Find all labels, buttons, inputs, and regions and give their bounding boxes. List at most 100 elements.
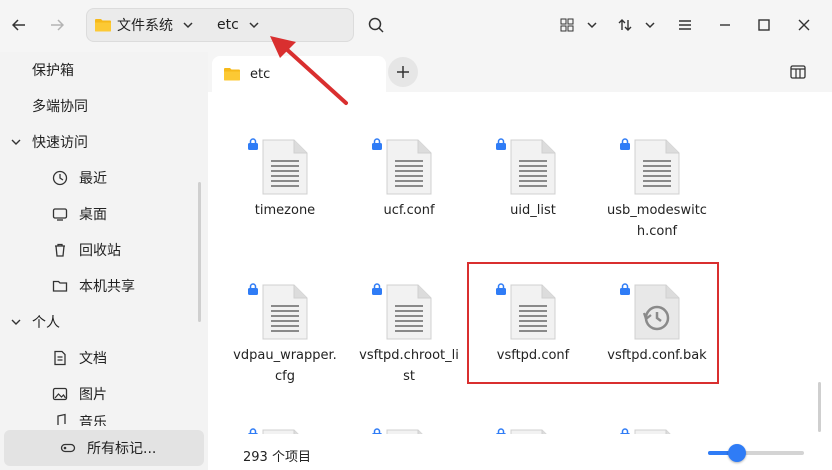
file-icon: [372, 283, 433, 341]
file-item[interactable]: vsftpd.chroot_li st: [347, 283, 471, 387]
trash-icon: [51, 241, 69, 259]
sidebar-group-label: 个人: [32, 315, 60, 331]
sidebar-item-all-tags[interactable]: 所有标记...: [4, 430, 204, 466]
chevron-down-icon[interactable]: [10, 136, 22, 148]
sidebar-item-label: 最近: [79, 171, 107, 187]
lock-icon: [372, 138, 382, 150]
sidebar-item-label: 桌面: [79, 207, 107, 223]
toolbar: 文件系统 etc: [0, 0, 832, 52]
main-panel: etc timezone ucf.conf uid_list usb_modeswit…: [208, 52, 832, 470]
file-name: vsftpd.conf.bak: [607, 348, 707, 363]
file-grid-scrollbar[interactable]: [818, 382, 821, 432]
chevron-down-icon[interactable]: [247, 18, 261, 32]
breadcrumb-label: etc: [217, 17, 239, 33]
sidebar-item-label: 所有标记...: [87, 441, 157, 457]
file-name: ucf.conf: [383, 203, 435, 218]
sidebar-item-label: 文档: [79, 351, 107, 367]
file-icon: [248, 283, 309, 341]
file-item[interactable]: usb_modeswitc h.conf: [595, 138, 719, 242]
icon-size-slider[interactable]: [708, 444, 804, 462]
file-icon: [372, 138, 433, 196]
slider-knob[interactable]: [727, 444, 746, 462]
chevron-down-icon: [587, 22, 597, 29]
clock-icon: [51, 169, 69, 187]
chevron-down-icon[interactable]: [10, 316, 22, 328]
file-icon: [620, 138, 681, 196]
sort-icon: [618, 19, 632, 31]
sidebar-item-collaboration[interactable]: 多端协同: [0, 88, 200, 124]
sidebar-item-recent[interactable]: 最近: [0, 160, 200, 196]
music-icon: [51, 412, 69, 426]
file-item[interactable]: vsftpd.conf.bak: [595, 283, 719, 366]
details-panel-toggle[interactable]: [786, 60, 810, 84]
sidebar-group-quick-access[interactable]: 快速访问: [0, 124, 200, 160]
minimize-button[interactable]: [710, 10, 740, 40]
back-button[interactable]: [4, 10, 34, 40]
folder-icon: [224, 68, 240, 81]
view-mode-dropdown[interactable]: [577, 10, 607, 40]
breadcrumb-label: 文件系统: [117, 18, 173, 34]
forward-button[interactable]: [42, 10, 72, 40]
close-icon: [798, 19, 810, 31]
sidebar-item-label: 保护箱: [32, 63, 74, 79]
item-count: 293 个项目: [243, 450, 311, 465]
plus-icon: [397, 66, 409, 78]
sidebar: 保护箱 多端协同 快速访问 最近 桌面 回收站 本机共享 个人 文档 图片 音乐…: [0, 52, 208, 470]
file-name: usb_modeswitc h.conf: [607, 203, 707, 239]
text-file-icon: [386, 139, 432, 195]
backup-file-icon: [634, 284, 680, 340]
sidebar-item-label: 回收站: [79, 243, 121, 259]
lock-icon: [496, 138, 506, 150]
main-menu-button[interactable]: [670, 10, 700, 40]
tab-bar: etc: [208, 52, 832, 92]
file-item[interactable]: timezone: [223, 138, 347, 221]
text-file-icon: [386, 284, 432, 340]
file-name: uid_list: [510, 203, 556, 218]
add-tab-button[interactable]: [388, 57, 418, 87]
sidebar-item-trash[interactable]: 回收站: [0, 232, 200, 268]
picture-icon: [51, 385, 69, 403]
search-icon: [368, 17, 384, 33]
sidebar-item-local-share[interactable]: 本机共享: [0, 268, 200, 304]
close-button[interactable]: [789, 10, 819, 40]
tab-etc[interactable]: etc: [212, 56, 386, 92]
hamburger-menu-icon: [679, 20, 691, 30]
breadcrumb-etc[interactable]: etc: [217, 9, 261, 41]
lock-icon: [372, 283, 382, 295]
sidebar-panel-icon: [790, 65, 806, 79]
sidebar-item-music[interactable]: 音乐: [0, 412, 200, 426]
search-button[interactable]: [361, 10, 391, 40]
status-bar: 293 个项目: [208, 434, 832, 470]
chevron-down-icon[interactable]: [181, 18, 195, 32]
sidebar-item-documents[interactable]: 文档: [0, 340, 200, 376]
sidebar-item-pictures[interactable]: 图片: [0, 376, 200, 412]
grid-view-icon: [560, 18, 574, 32]
sidebar-item-label: 本机共享: [79, 279, 135, 295]
file-icon: [620, 283, 681, 341]
maximize-button[interactable]: [749, 10, 779, 40]
sidebar-item-label: 图片: [79, 387, 107, 403]
document-icon: [51, 349, 69, 367]
file-item[interactable]: ucf.conf: [347, 138, 471, 221]
file-manager-window: 文件系统 etc 保护箱 多端协同 快速访问 最近 桌面 回收站 本机共享 个人…: [0, 0, 832, 470]
sidebar-group-personal[interactable]: 个人: [0, 304, 200, 340]
lock-icon: [620, 138, 630, 150]
sidebar-item-vault[interactable]: 保护箱: [0, 52, 200, 88]
file-name: vsftpd.chroot_li st: [359, 348, 459, 384]
text-file-icon: [262, 139, 308, 195]
file-item[interactable]: vdpau_wrapper. cfg: [223, 283, 347, 387]
chevron-down-icon: [645, 22, 655, 29]
file-name: vdpau_wrapper. cfg: [233, 348, 337, 384]
minimize-icon: [720, 24, 730, 26]
file-item[interactable]: uid_list: [471, 138, 595, 221]
file-icon: [496, 138, 557, 196]
folder-share-icon: [51, 277, 69, 295]
breadcrumb-filesystem[interactable]: 文件系统: [87, 9, 195, 41]
sidebar-item-desktop[interactable]: 桌面: [0, 196, 200, 232]
text-file-icon: [634, 139, 680, 195]
file-item[interactable]: vsftpd.conf: [471, 283, 595, 366]
sort-dropdown[interactable]: [635, 10, 665, 40]
sidebar-scrollbar[interactable]: [198, 182, 201, 322]
file-icon: [496, 283, 557, 341]
address-bar[interactable]: 文件系统 etc: [86, 8, 354, 42]
